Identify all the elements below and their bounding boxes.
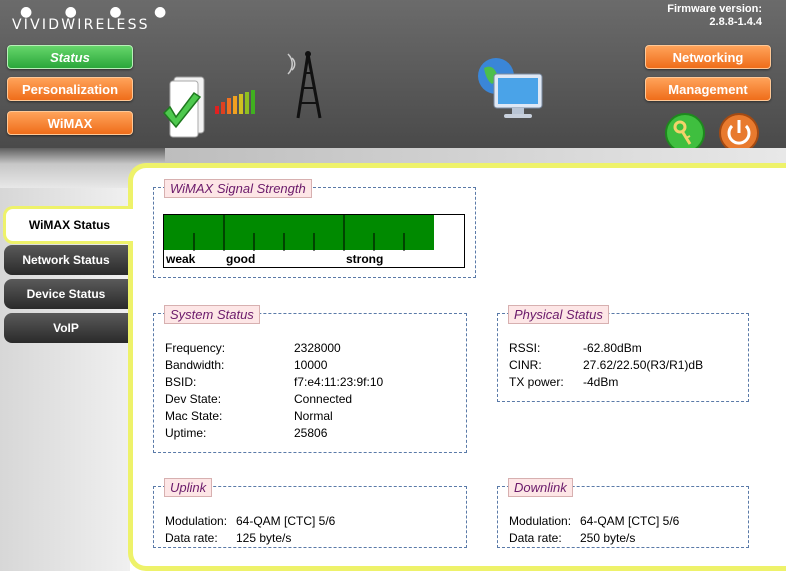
bandwidth-value: 10000 [294,358,328,372]
dev-state-label: Dev State: [165,392,222,406]
mac-state-label: Mac State: [165,409,223,423]
rssi-value: -62.80dBm [583,341,642,355]
dev-state-value: Connected [294,392,353,406]
signal-label-strong: strong [346,252,384,266]
green-check-icon [162,76,205,138]
signal-label-good: good [226,252,256,266]
bandwidth-label: Bandwidth: [165,358,225,372]
uplink-data-rate-label: Data rate: [165,531,218,545]
downlink-modulation-value: 64-QAM [CTC] 5/6 [580,514,680,528]
signal-strength-title: WiMAX Signal Strength [164,179,312,198]
firmware-label: Firmware version: [667,3,762,15]
nav-management-button[interactable]: Management [645,77,771,101]
tab-network-status[interactable]: Network Status [4,245,128,275]
uptime-label: Uptime: [165,426,207,440]
antenna-tower-icon [287,51,322,119]
signal-bars-icon [215,90,255,114]
downlink-modulation-label: Modulation: [509,514,572,528]
tab-device-status[interactable]: Device Status [4,279,128,309]
downlink-data-rate-value: 250 byte/s [580,531,636,545]
brand-logo: VIVIDWIRELESS [12,17,150,33]
bsid-label: BSID: [165,375,197,389]
tab-wimax-status[interactable]: WiMAX Status [3,206,133,244]
globe-computer-icon [478,58,543,118]
physical-status-title: Physical Status [508,305,609,324]
nav-status-button[interactable]: Status [7,45,133,69]
nav-wimax-button[interactable]: WiMAX [7,111,133,135]
rssi-label: RSSI: [509,341,541,355]
header: ● ● ● ● VIVIDWIRELESS Firmware version: … [0,0,786,153]
nav-personalization-button[interactable]: Personalization [7,77,133,101]
cinr-value: 27.62/22.50(R3/R1)dB [583,358,704,372]
downlink-title: Downlink [508,478,573,497]
system-status-title: System Status [164,305,260,324]
uplink-modulation-label: Modulation: [165,514,228,528]
signal-meter: weak good strong [163,214,465,268]
bsid-value: f7:e4:11:23:9f:10 [294,375,384,389]
uptime-value: 25806 [294,426,328,440]
signal-ticks [193,215,405,251]
signal-label-weak: weak [166,252,196,266]
cinr-label: CINR: [509,358,542,372]
uplink-data-rate-value: 125 byte/s [236,531,292,545]
uplink-modulation-value: 64-QAM [CTC] 5/6 [236,514,336,528]
mac-state-value: Normal [294,409,333,423]
uplink-title: Uplink [164,478,213,497]
frequency-label: Frequency: [165,341,226,355]
tx-power-value: -4dBm [583,375,619,389]
frequency-value: 2328000 [294,341,341,355]
nav-networking-button[interactable]: Networking [645,45,771,69]
firmware-version: 2.8.8-1.4.4 [709,16,762,28]
downlink-data-rate-label: Data rate: [509,531,562,545]
tab-voip[interactable]: VoIP [4,313,128,343]
firmware-info: Firmware version: 2.8.8-1.4.4 [667,3,762,29]
tx-power-label: TX power: [509,375,564,389]
